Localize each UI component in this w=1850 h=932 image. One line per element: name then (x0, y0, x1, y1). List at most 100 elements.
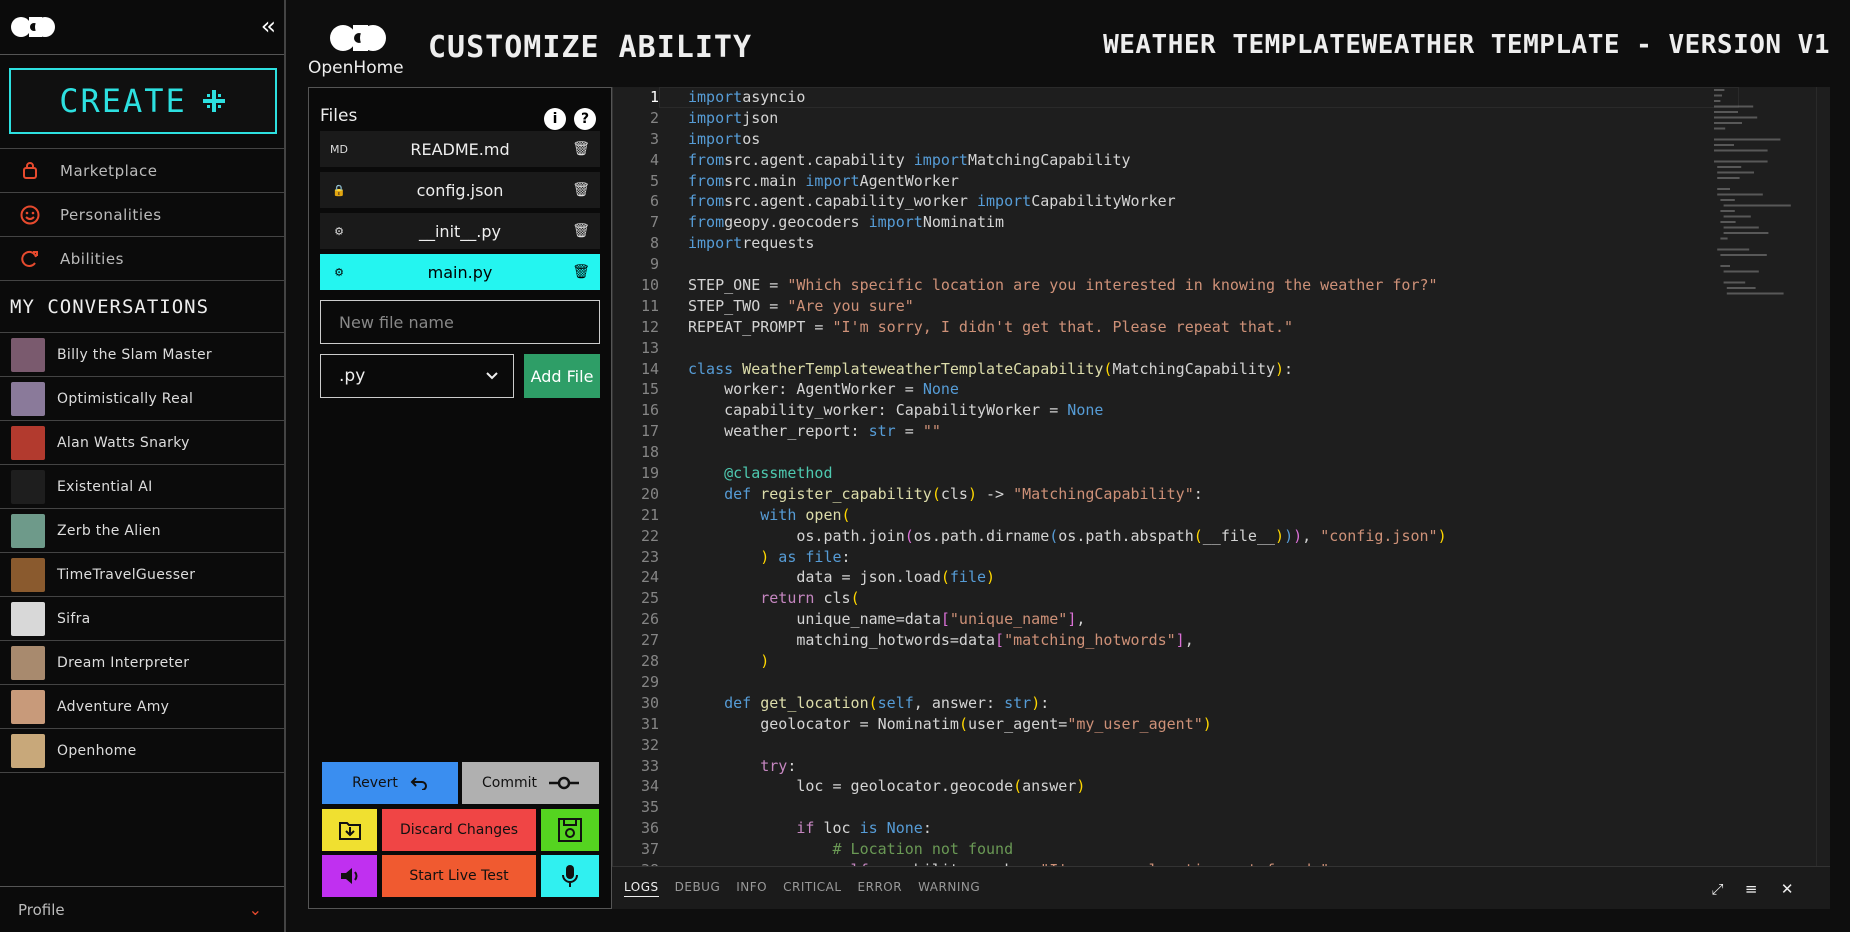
conversation-item[interactable]: TimeTravelGuesser (0, 553, 284, 597)
code-token: ) (1031, 693, 1041, 712)
file-item[interactable]: 🔒 config.json 🗑 (320, 172, 600, 208)
download-folder-button[interactable] (322, 809, 377, 851)
log-tab-critical[interactable]: CRITICAL (783, 880, 841, 897)
line-number: 24 (640, 568, 659, 587)
file-item[interactable]: MD README.md 🗑 (320, 131, 600, 167)
code-token: cls (940, 484, 968, 503)
code-token: cls (814, 589, 851, 608)
log-tab-debug[interactable]: DEBUG (675, 880, 721, 897)
discard-changes-button[interactable]: Discard Changes (382, 809, 536, 851)
code-token: ) (688, 547, 770, 566)
conversation-item[interactable]: Openhome (0, 729, 284, 773)
chevron-down-icon: ⌄ (248, 900, 262, 919)
line-number: 32 (640, 735, 659, 754)
speaker-button[interactable] (322, 855, 377, 897)
trash-icon[interactable]: 🗑 (572, 223, 590, 239)
conversation-item[interactable]: Zerb the Alien (0, 509, 284, 553)
sidebar-nav: Marketplace Personalities Abilities (0, 148, 284, 281)
sidebar-item-abilities[interactable]: Abilities (0, 237, 284, 281)
file-item[interactable]: ⚙ main.py 🗑 (320, 254, 600, 290)
conversation-item[interactable]: Existential AI (0, 465, 284, 509)
avatar (11, 645, 45, 680)
file-extension-select[interactable]: .py (320, 354, 514, 398)
code-token: os.path.dirname (913, 526, 1050, 545)
line-number: 28 (640, 652, 659, 671)
file-item[interactable]: ⚙ __init__.py 🗑 (320, 213, 600, 249)
revert-button[interactable]: Revert (322, 762, 458, 804)
conversation-name: Alan Watts Snarky (57, 434, 190, 451)
minimap-line (1720, 237, 1728, 240)
conversation-item[interactable]: Dream Interpreter (0, 641, 284, 685)
code-token: ( (1049, 526, 1059, 545)
line-number: 19 (640, 464, 659, 483)
line-number: 30 (640, 693, 659, 712)
avatar (11, 381, 45, 416)
trash-icon[interactable]: 🗑 (572, 264, 590, 280)
code-token: src.agent.capability_worker (724, 192, 977, 211)
code-token: from (688, 150, 725, 169)
code-token: MatchingCapability (1112, 359, 1276, 378)
expand-icon[interactable]: ⤢ (1711, 880, 1724, 898)
conversation-name: Adventure Amy (57, 698, 170, 715)
code-line: # Location not found (688, 839, 1688, 860)
code-token: if (688, 819, 815, 838)
line-number: 23 (640, 547, 659, 566)
code-token: "my_user_agent" (1067, 714, 1203, 733)
avatar (11, 689, 45, 724)
start-live-test-button[interactable]: Start Live Test (382, 855, 536, 897)
code-token: import (688, 108, 743, 127)
minimap-line (1720, 254, 1767, 256)
code-editor[interactable]: 1 2 3 4 5 6 7 8 9 10 11 12 13 14 15 16 17 18 19 20 21 22 23 24 2… (612, 87, 1830, 866)
code-token: "I'm sorry, I didn't get that. Please re… (832, 317, 1294, 336)
conversation-item[interactable]: Billy the Slam Master (0, 333, 284, 377)
code-token: user_agent= (967, 714, 1068, 733)
code-token: , (1184, 631, 1194, 650)
create-button[interactable]: CREATE (9, 68, 277, 134)
code-line: matching_hotwords=data["matching_hotword… (688, 630, 1688, 651)
save-button[interactable] (541, 809, 599, 851)
collapse-sidebar-icon[interactable]: ‹‹ (261, 14, 276, 38)
conversation-item[interactable]: Optimistically Real (0, 377, 284, 421)
help-icon[interactable]: ? (574, 108, 596, 130)
microphone-button[interactable] (541, 855, 599, 897)
code-token: try (688, 756, 788, 775)
new-file-name-input[interactable] (320, 300, 600, 344)
page-title: CUSTOMIZE ABILITY (428, 30, 753, 65)
line-number: 34 (640, 777, 659, 796)
info-icon[interactable]: i (544, 108, 566, 130)
log-tab-info[interactable]: INFO (736, 880, 767, 897)
conversation-item[interactable]: Sifra (0, 597, 284, 641)
trash-icon[interactable]: 🗑 (572, 141, 590, 157)
sidebar-item-personalities[interactable]: Personalities (0, 193, 284, 237)
code-token: "" (922, 422, 941, 441)
commit-button[interactable]: Commit (462, 762, 599, 804)
openhome-logo-icon[interactable] (10, 14, 56, 40)
code-token: loc = geolocator.geocode (688, 777, 1014, 796)
code-token: get_location (751, 693, 869, 712)
log-tab-warning[interactable]: WARNING (918, 880, 980, 897)
code-line: fromsrc.main importAgentWorker (688, 171, 1688, 192)
close-icon[interactable]: ✕ (1781, 880, 1794, 898)
wrap-lines-icon[interactable]: ≡ (1745, 880, 1758, 898)
conversation-item[interactable]: Adventure Amy (0, 685, 284, 729)
code-token: file (796, 547, 842, 566)
code-token: __file__ (1202, 526, 1276, 545)
code-line: fromsrc.agent.capability importMatchingC… (688, 150, 1688, 171)
log-tab-error[interactable]: ERROR (858, 880, 903, 897)
code-line: REPEAT_PROMPT = "I'm sorry, I didn't get… (688, 317, 1688, 338)
profile-menu[interactable]: Profile ⌄ (0, 886, 284, 932)
code-token: ) (1202, 714, 1212, 733)
conversation-item[interactable]: Alan Watts Snarky (0, 421, 284, 465)
code-minimap[interactable] (1712, 87, 1822, 327)
log-tab-logs[interactable]: LOGS (624, 880, 659, 897)
line-number: 2 (649, 108, 659, 127)
line-number: 27 (640, 631, 659, 650)
sidebar-item-marketplace[interactable]: Marketplace (0, 149, 284, 193)
add-file-button[interactable]: Add File (524, 354, 600, 398)
code-content[interactable]: importasyncio importjson importos fromsrc.a… (688, 87, 1688, 866)
code-token: from (688, 171, 725, 190)
editor-scrollbar[interactable] (1816, 87, 1830, 866)
code-token: = (895, 422, 923, 441)
trash-icon[interactable]: 🗑 (572, 182, 590, 198)
